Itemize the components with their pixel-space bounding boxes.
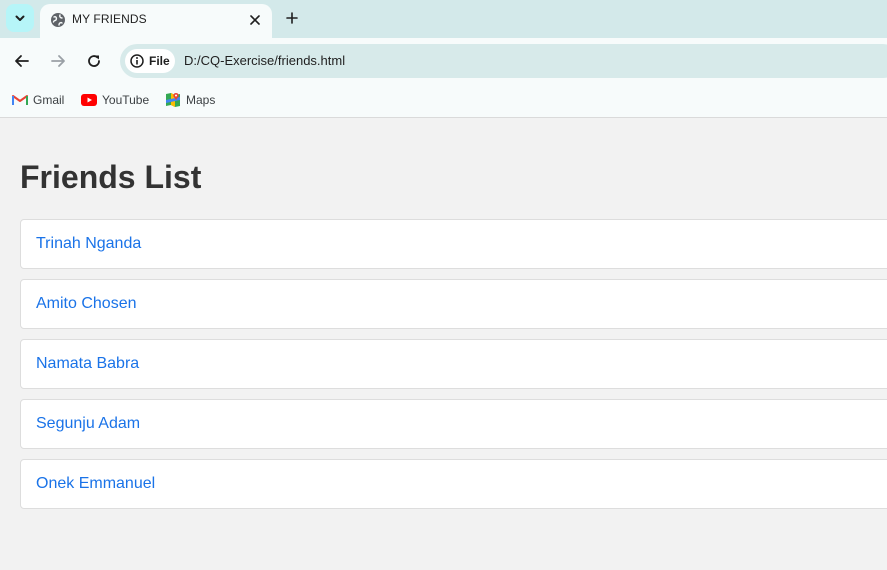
- back-arrow-icon: [15, 55, 29, 67]
- reload-button[interactable]: [82, 49, 106, 73]
- friend-link[interactable]: Segunju Adam: [36, 415, 140, 433]
- bookmark-label: Maps: [186, 93, 216, 107]
- plus-icon: [286, 12, 298, 24]
- tab-title: MY FRIENDS: [72, 12, 147, 26]
- reload-icon: [88, 55, 100, 67]
- tab-search-button[interactable]: [6, 4, 34, 32]
- close-icon: [250, 15, 260, 25]
- bookmark-maps[interactable]: Maps: [165, 90, 215, 110]
- friend-link[interactable]: Onek Emmanuel: [36, 475, 155, 493]
- friend-link[interactable]: Amito Chosen: [36, 295, 137, 313]
- gmail-icon: [12, 95, 28, 105]
- forward-arrow-icon: [51, 55, 65, 67]
- active-tab[interactable]: MY FRIENDS: [40, 4, 272, 38]
- url-text[interactable]: D:/CQ-Exercise/friends.html: [184, 53, 345, 68]
- site-info-chip[interactable]: File: [125, 49, 175, 73]
- maps-icon: [166, 93, 180, 107]
- forward-button[interactable]: [46, 49, 70, 73]
- back-button[interactable]: [10, 49, 34, 73]
- friend-card: Trinah Nganda: [20, 219, 887, 269]
- youtube-icon: [81, 94, 97, 106]
- bookmark-youtube[interactable]: YouTube: [81, 90, 149, 110]
- bookmark-label: YouTube: [102, 93, 150, 107]
- page-content: Friends List Trinah Nganda Amito Chosen …: [0, 119, 887, 570]
- page-title: Friends List: [20, 159, 202, 195]
- friend-card: Onek Emmanuel: [20, 459, 887, 509]
- tab-close-button[interactable]: [246, 11, 264, 29]
- tab-strip: MY FRIENDS: [0, 0, 887, 38]
- bookmark-label: Gmail: [33, 93, 65, 107]
- friend-card: Namata Babra: [20, 339, 887, 389]
- friends-list: Trinah Nganda Amito Chosen Namata Babra …: [20, 219, 887, 519]
- bookmark-gmail[interactable]: Gmail: [12, 90, 64, 110]
- browser-toolbar: File D:/CQ-Exercise/friends.html: [0, 38, 887, 84]
- friend-card: Segunju Adam: [20, 399, 887, 449]
- friend-card: Amito Chosen: [20, 279, 887, 329]
- globe-icon: [51, 13, 65, 27]
- new-tab-button[interactable]: [282, 8, 302, 28]
- address-bar[interactable]: File D:/CQ-Exercise/friends.html: [120, 44, 887, 78]
- site-chip-label: File: [149, 54, 170, 68]
- chevron-down-icon: [15, 15, 25, 21]
- bookmarks-bar: Gmail YouTube Maps: [0, 84, 887, 118]
- friend-link[interactable]: Namata Babra: [36, 355, 139, 373]
- info-icon: [130, 54, 144, 68]
- friend-link[interactable]: Trinah Nganda: [36, 235, 141, 253]
